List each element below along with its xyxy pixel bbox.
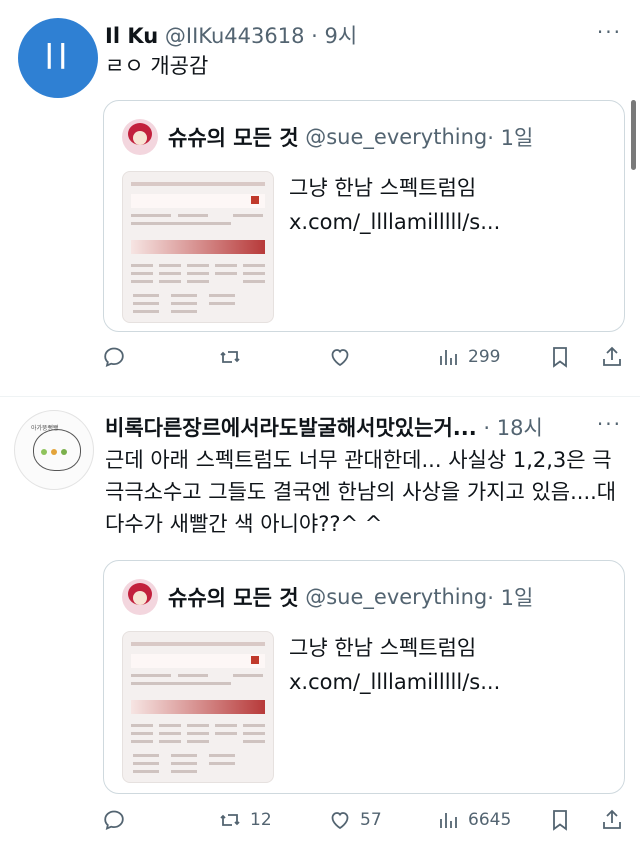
share-button[interactable] — [600, 808, 624, 832]
tweet-text: ㄹㅇ 개공감 — [105, 54, 209, 78]
quote-timestamp: · 1일 — [487, 126, 534, 150]
retweet-button[interactable]: 12 — [218, 808, 272, 832]
reply-icon — [104, 810, 124, 831]
views-count: 6645 — [468, 810, 512, 830]
bookmark-icon — [553, 347, 567, 368]
author-handle[interactable]: @IIKu443618 — [165, 24, 305, 48]
retweet-icon — [220, 814, 240, 826]
share-icon — [603, 346, 621, 366]
quote-tweet[interactable]: 슈슈의 모든 것 @sue_everything · 1일 그냥 한남 스펙트럼… — [103, 560, 625, 794]
avatar-dot — [61, 449, 67, 455]
like-count: 57 — [360, 810, 382, 830]
scrollbar-thumb[interactable] — [631, 100, 636, 170]
quote-timestamp: · 1일 — [487, 586, 534, 610]
share-icon — [603, 809, 621, 829]
quote-author-handle: @sue_everything — [305, 125, 488, 149]
spectrum-graphic — [131, 642, 265, 773]
more-options-icon[interactable]: ··· — [597, 412, 622, 436]
timestamp[interactable]: · 18시 — [483, 416, 542, 440]
reply-button[interactable] — [102, 345, 134, 369]
action-bar: 299 — [100, 345, 630, 375]
author-name[interactable]: Il Ku — [105, 24, 158, 48]
quote-text: 그냥 한남 스펙트럼임 x.com/_llllamilllll/s... — [289, 176, 501, 234]
spectrum-image[interactable] — [122, 171, 274, 323]
timestamp[interactable]: · 9시 — [311, 24, 357, 48]
avatar[interactable]: ll — [18, 18, 98, 98]
bookmark-button[interactable] — [548, 345, 572, 369]
quote-header: 슈슈의 모든 것 @sue_everything · 1일 — [122, 119, 533, 155]
avatar-text: ll — [44, 38, 72, 78]
like-icon — [331, 812, 349, 830]
spectrum-image[interactable] — [122, 631, 274, 783]
retweet-button[interactable] — [218, 345, 250, 369]
bookmark-icon — [553, 810, 567, 831]
quote-text: 그냥 한남 스펙트럼임 x.com/_llllamilllll/s... — [289, 636, 501, 694]
retweet-icon — [220, 351, 240, 363]
more-options-icon[interactable]: ··· — [597, 20, 622, 44]
retweet-count: 12 — [250, 810, 272, 830]
author-name[interactable]: 비록다른장르에서라도발굴해서맛있는거... — [105, 416, 477, 440]
quote-avatar — [122, 579, 158, 615]
tweet-header: 비록다른장르에서라도발굴해서맛있는거... · 18시 — [105, 412, 543, 442]
bookmark-button[interactable] — [548, 808, 572, 832]
tweet-1[interactable]: ll Il Ku @IIKu443618 · 9시 ··· ㄹㅇ 개공감 슈슈의… — [0, 0, 640, 400]
action-bar: 12 57 6645 — [100, 808, 630, 838]
quote-author-name: 슈슈의 모든 것 — [168, 586, 299, 610]
views-button[interactable]: 299 — [436, 345, 500, 369]
tweet-text: 근데 아래 스펙트럼도 너무 관대한데... 사실상 1,2,3은 극극극소수고… — [105, 448, 617, 536]
quote-tweet[interactable]: 슈슈의 모든 것 @sue_everything · 1일 그냥 한남 스펙트럼… — [103, 100, 625, 332]
quote-author-handle: @sue_everything — [305, 585, 488, 609]
avatar-dot — [51, 449, 57, 455]
tweet-header: Il Ku @IIKu443618 · 9시 — [105, 20, 357, 50]
share-button[interactable] — [600, 345, 624, 369]
reply-icon — [104, 347, 124, 368]
quote-avatar — [122, 119, 158, 155]
spectrum-graphic — [131, 182, 265, 313]
views-icon — [440, 813, 457, 828]
like-button[interactable]: 57 — [328, 808, 382, 832]
views-count: 299 — [468, 347, 501, 367]
avatar-dot — [41, 449, 47, 455]
reply-button[interactable] — [102, 808, 134, 832]
avatar[interactable]: 아가뚱뻥뻥 — [14, 410, 94, 490]
like-icon — [331, 349, 349, 367]
views-icon — [440, 350, 457, 365]
like-button[interactable] — [328, 345, 360, 369]
views-button[interactable]: 6645 — [436, 808, 511, 832]
quote-author-name: 슈슈의 모든 것 — [168, 126, 299, 150]
quote-header: 슈슈의 모든 것 @sue_everything · 1일 — [122, 579, 533, 615]
